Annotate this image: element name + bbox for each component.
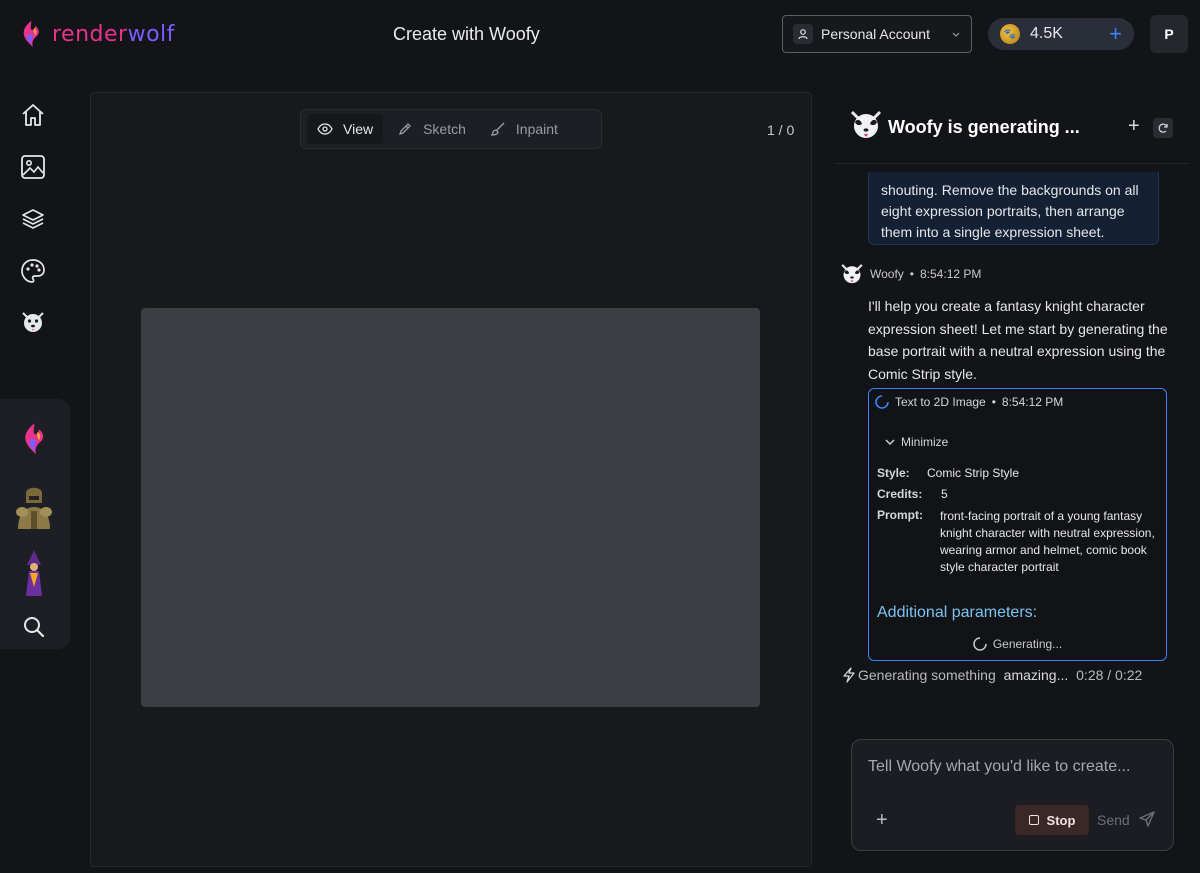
coin-icon: 🐾 [1000,24,1020,44]
page-counter: 1 / 0 [767,122,795,138]
generation-status: Generating something amazing... 0:28 / 0… [842,667,1142,683]
woofy-message-meta: Woofy • 8:54:12 PM [840,262,981,286]
refresh-icon [1158,123,1168,133]
renderwolf-logo[interactable]: renderwolf [20,20,175,48]
credits-row: Credits: 5 [877,487,948,501]
woofy-icon[interactable] [20,309,46,335]
page-title: Create with Woofy [393,24,540,44]
generation-timer: 0:28 / 0:22 [1076,667,1143,683]
account-selector-button[interactable]: Personal Account [782,15,972,53]
woofy-avatar-icon [841,264,863,284]
woofy-name: Woofy [870,267,904,281]
tab-inpaint[interactable]: Inpaint [480,114,568,144]
stop-button[interactable]: Stop [1015,805,1089,835]
credits-cost: 5 [941,487,948,501]
minimize-toggle[interactable]: Minimize [885,435,948,449]
user-message: shouting. Remove the backgrounds on all … [868,172,1159,245]
tool-name: Text to 2D Image [895,395,986,409]
woofy-message-text: I'll help you create a fantasy knight ch… [868,298,1168,382]
brush-icon [490,122,505,136]
prompt-row: Prompt: front-facing portrait of a young… [877,508,1155,574]
wizard-thumb[interactable] [12,550,56,596]
lightning-icon [843,667,855,683]
style-row: Style: Comic Strip Style [877,466,1020,480]
woofy-timestamp: 8:54:12 PM [920,267,982,281]
generating-indicator: Generating... [869,637,1166,651]
account-label: Personal Account [821,26,930,42]
chat-input[interactable] [868,758,1158,776]
tool-timestamp: 8:54:12 PM [1001,395,1064,409]
layers-icon[interactable] [20,206,46,232]
user-avatar-button[interactable]: P [1150,15,1188,53]
chat-title: Woofy is generating ... [888,117,1080,137]
image-icon[interactable] [20,154,46,180]
eye-icon [317,123,333,135]
style-value: Comic Strip Style [927,466,1020,480]
additional-parameters-link[interactable]: Additional parameters: [877,604,1037,622]
canvas-mode-toolbar: View Sketch Inpaint [300,109,602,149]
credits-value: 4.5K [1030,25,1063,42]
chevron-down-icon [885,439,895,445]
chat-composer: + Stop Send [851,739,1174,851]
spinner-icon [973,637,987,651]
pencil-icon [399,123,412,136]
woofy-avatar-icon [850,110,882,138]
stop-icon [1028,815,1039,825]
top-header: renderwolf Create with Woofy Personal Ac… [0,0,1200,70]
logo-wordmark: renderwolf [52,21,175,47]
home-icon[interactable] [20,102,46,128]
search-icon[interactable] [12,605,56,649]
tab-sketch[interactable]: Sketch [387,114,476,144]
image-placeholder [141,308,760,707]
send-icon[interactable] [1138,810,1156,828]
renderwolf-logo-thumb[interactable] [12,417,56,461]
new-chat-button[interactable]: + [1128,116,1140,136]
user-icon [793,24,813,44]
send-label[interactable]: Send [1097,812,1130,828]
prompt-value: front-facing portrait of a young fantasy… [940,509,1155,574]
spinner-icon [875,395,889,409]
tool-call-card: Text to 2D Image • 8:54:12 PM Minimize S… [868,388,1167,661]
tab-view[interactable]: View [307,114,384,144]
knight-thumb[interactable] [12,485,56,529]
flame-logo-icon [23,21,39,47]
attach-button[interactable]: + [876,810,888,830]
recent-panel [0,399,70,649]
add-credits-button[interactable]: + [1109,23,1122,45]
tool-call-header: Text to 2D Image • 8:54:12 PM [875,395,1063,409]
refresh-button[interactable] [1153,118,1173,138]
chevron-down-icon [952,32,960,37]
palette-icon[interactable] [20,258,46,284]
credits-pill: 🐾 4.5K + [988,18,1134,50]
